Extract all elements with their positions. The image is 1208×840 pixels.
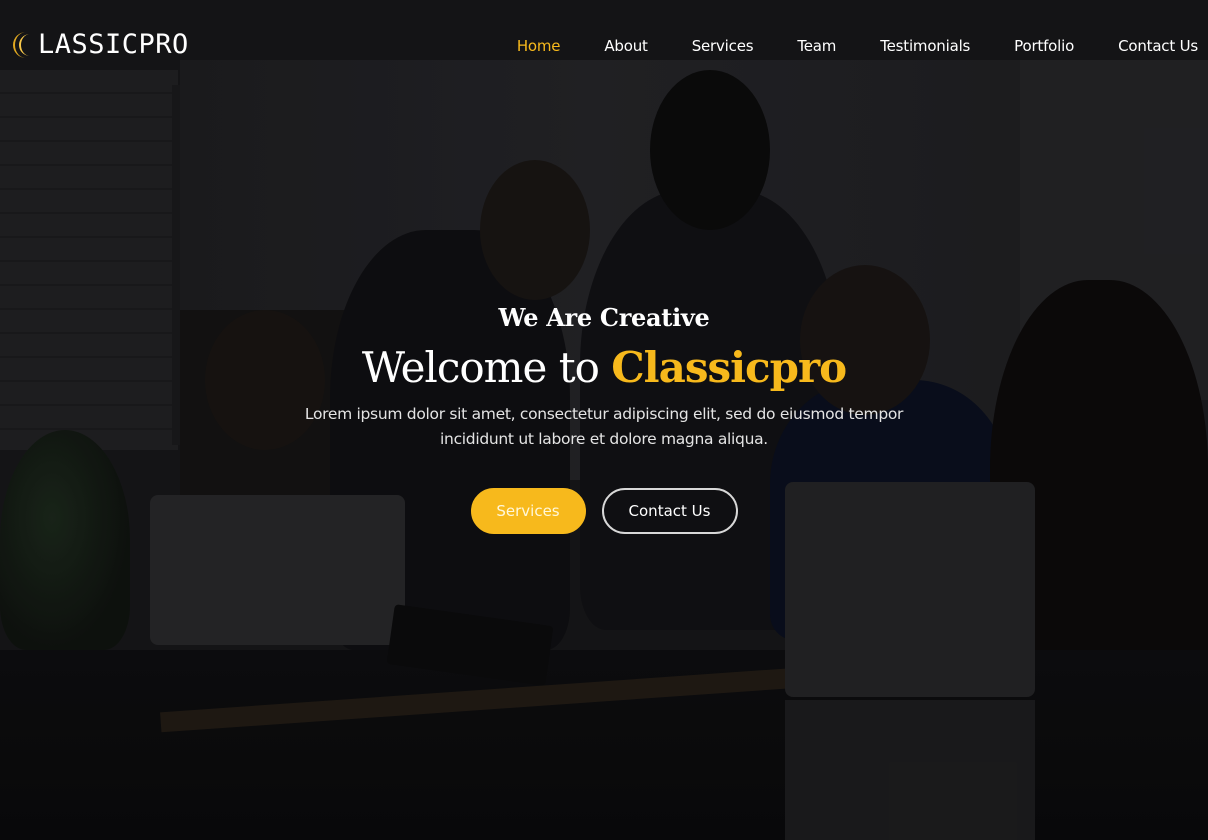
hero-content: We Are Creative Welcome to Classicpro Lo… xyxy=(0,300,1208,534)
navbar: LASSICPRO Home About Services Team Testi… xyxy=(0,0,1208,92)
services-button[interactable]: Services xyxy=(470,488,586,534)
nav-item-portfolio[interactable]: Portfolio xyxy=(1014,37,1074,55)
nav-item-home[interactable]: Home xyxy=(517,37,561,55)
nav-item-team[interactable]: Team xyxy=(797,37,836,55)
hero-buttons: Services Contact Us xyxy=(0,488,1208,534)
nav-item-testimonials[interactable]: Testimonials xyxy=(880,37,970,55)
crescent-moon-icon xyxy=(8,30,34,60)
hero-title-prefix: Welcome to xyxy=(361,343,612,392)
logo-link[interactable]: LASSICPRO xyxy=(8,30,189,60)
nav-item-about[interactable]: About xyxy=(604,37,648,55)
hero-section: LASSICPRO Home About Services Team Testi… xyxy=(0,0,1208,840)
hero-description: Lorem ipsum dolor sit amet, consectetur … xyxy=(304,405,904,448)
hero-subtitle: We Are Creative xyxy=(498,303,710,332)
logo-text: LASSICPRO xyxy=(38,29,189,60)
nav-item-services[interactable]: Services xyxy=(692,37,754,55)
contact-us-button[interactable]: Contact Us xyxy=(601,488,738,534)
hero-title: Welcome to Classicpro xyxy=(0,342,1208,394)
hero-title-brand: Classicpro xyxy=(611,343,847,392)
nav-item-contact-us[interactable]: Contact Us xyxy=(1118,37,1198,55)
main-nav: Home About Services Team Testimonials Po… xyxy=(473,36,1198,55)
